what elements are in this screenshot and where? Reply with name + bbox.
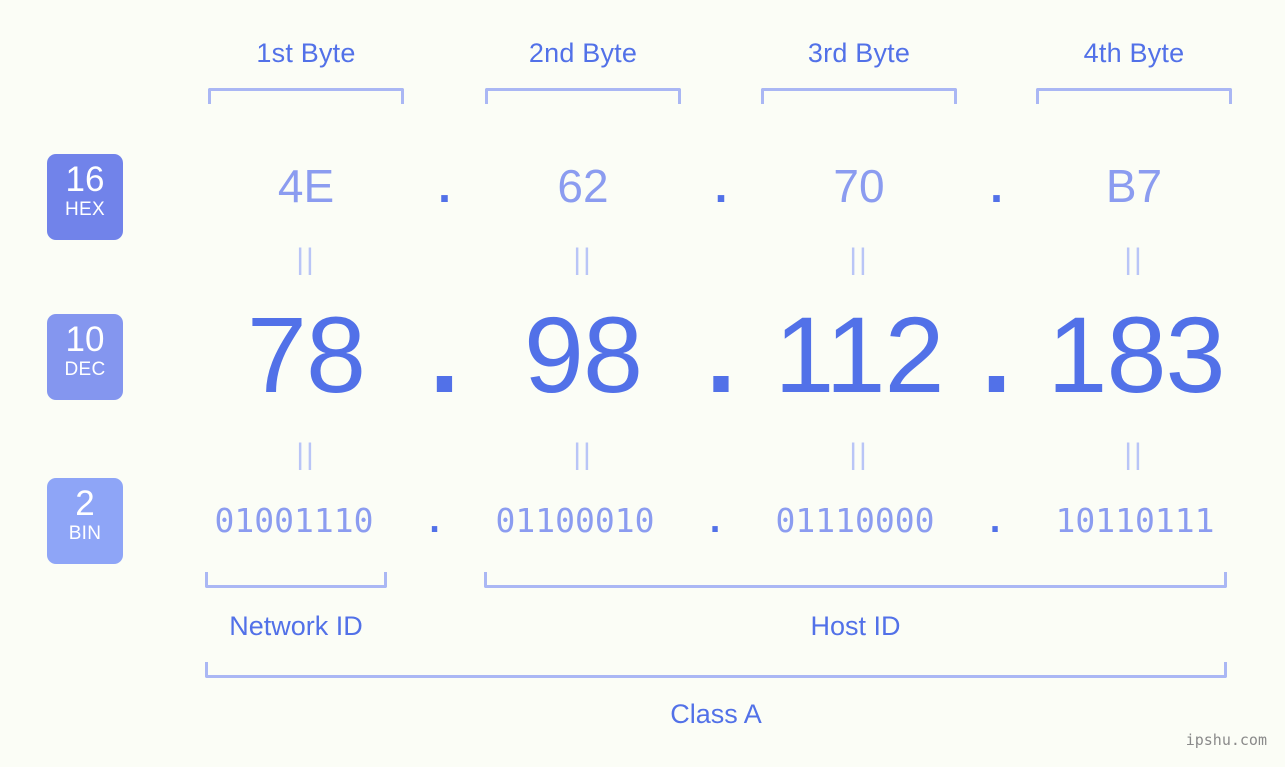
bin-separator-1: . (424, 501, 445, 540)
equals-symbol-hex-dec-3: || (849, 243, 869, 276)
bin-separator-3: . (985, 501, 1005, 540)
dec-separator-3: . (981, 294, 1012, 415)
equals-symbol-dec-bin-4: || (1124, 438, 1144, 471)
dec-byte-1: 78 (246, 294, 366, 415)
network-id-label: Network ID (229, 611, 363, 641)
ip-address-breakdown-diagram: 1st Byte 2nd Byte 3rd Byte 4th Byte 16 H… (0, 0, 1285, 767)
class-bracket (205, 662, 1227, 678)
bin-separator-2: . (705, 501, 725, 540)
hex-separator-3: . (990, 160, 1003, 212)
base-badge-dec-name: DEC (64, 359, 106, 380)
equals-symbol-hex-dec-1: || (296, 243, 316, 276)
dec-separator-1: . (429, 294, 460, 415)
base-badge-dec-number: 10 (65, 320, 105, 359)
network-id-bracket (205, 572, 387, 588)
base-badge-dec: 10 DEC (47, 314, 123, 400)
byte-header-4: 4th Byte (1083, 38, 1185, 68)
bin-byte-1: 01001110 (214, 501, 374, 540)
hex-byte-2: 62 (557, 160, 609, 212)
base-badge-bin-number: 2 (75, 484, 95, 523)
equals-symbol-dec-bin-2: || (573, 438, 593, 471)
hex-separator-1: . (438, 160, 451, 212)
equals-symbol-hex-dec-2: || (573, 243, 593, 276)
hex-byte-4: B7 (1105, 160, 1163, 212)
host-id-bracket (484, 572, 1227, 588)
equals-symbol-dec-bin-1: || (296, 438, 316, 471)
dec-separator-2: . (705, 294, 736, 415)
byte-bracket-top-1 (208, 88, 404, 104)
site-watermark: ipshu.com (1185, 731, 1267, 749)
class-label: Class A (670, 699, 762, 729)
equals-symbol-hex-dec-4: || (1124, 243, 1144, 276)
byte-header-1: 1st Byte (256, 38, 356, 68)
base-badge-hex-name: HEX (65, 199, 105, 220)
byte-header-2: 2nd Byte (528, 38, 638, 68)
bin-byte-3: 01110000 (775, 501, 935, 540)
hex-byte-3: 70 (833, 160, 885, 212)
equals-symbol-dec-bin-3: || (849, 438, 869, 471)
hex-separator-2: . (714, 160, 728, 212)
base-badge-bin: 2 BIN (47, 478, 123, 564)
base-badge-bin-name: BIN (68, 523, 102, 544)
byte-bracket-top-2 (485, 88, 681, 104)
hex-byte-1: 4E (277, 160, 335, 212)
base-badge-hex: 16 HEX (47, 154, 123, 240)
bin-byte-4: 10110111 (1055, 501, 1215, 540)
host-id-label: Host ID (810, 611, 901, 641)
byte-header-3: 3rd Byte (807, 38, 911, 68)
byte-bracket-top-4 (1036, 88, 1232, 104)
dec-byte-4: 183 (1047, 294, 1225, 415)
dec-byte-2: 98 (523, 294, 643, 415)
base-badge-hex-number: 16 (65, 160, 105, 199)
dec-byte-3: 112 (774, 294, 944, 415)
bin-byte-2: 01100010 (495, 501, 655, 540)
byte-bracket-top-3 (761, 88, 957, 104)
